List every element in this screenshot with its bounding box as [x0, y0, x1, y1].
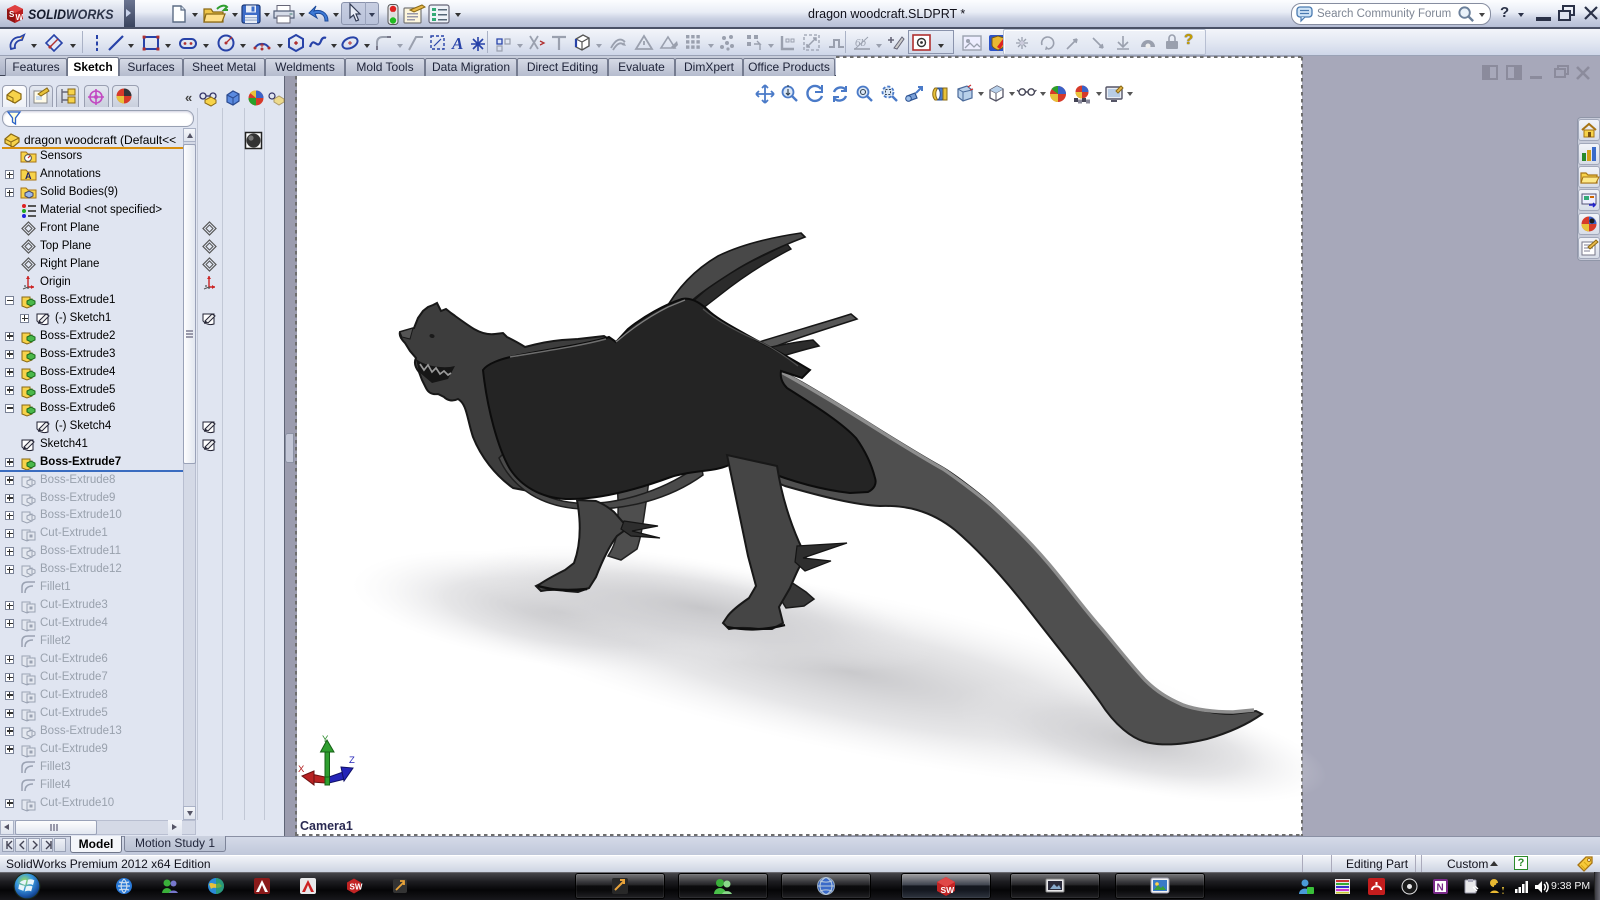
svg-text:Z: Z [349, 755, 355, 766]
svg-text:X: X [298, 764, 305, 775]
svg-text:A: A [451, 34, 463, 53]
svg-text:A: A [25, 171, 32, 181]
svg-text:SW: SW [350, 883, 363, 892]
svg-text:N: N [1437, 883, 1444, 894]
svg-text:SW: SW [941, 885, 956, 895]
svg-text:W: W [16, 13, 24, 22]
svg-text:S: S [9, 10, 15, 19]
